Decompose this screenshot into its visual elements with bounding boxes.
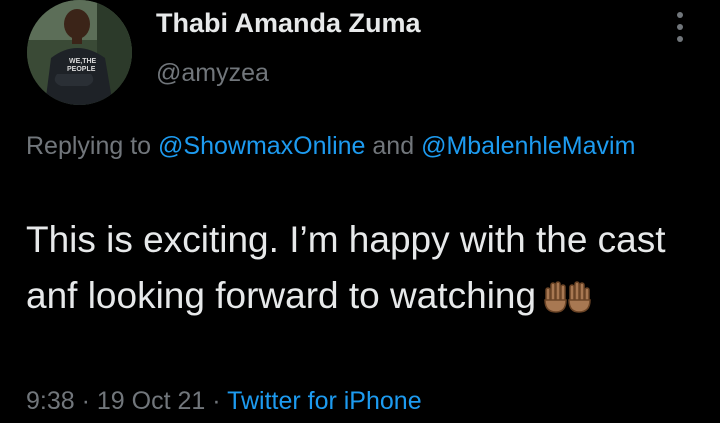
meta-separator: · [74,387,97,415]
mention-link[interactable]: @ShowmaxOnline [158,132,365,160]
more-dot [677,12,683,18]
svg-text:PEOPLE: PEOPLE [67,66,96,73]
replying-to-joiner: and [365,132,422,160]
more-dot [677,36,683,42]
more-vertical-icon[interactable] [668,10,692,44]
more-dot [677,24,683,30]
tweet-source[interactable]: Twitter for iPhone [227,387,422,415]
meta-separator: · [205,387,228,415]
svg-text:WE,THE: WE,THE [69,58,97,65]
tweet-date[interactable]: 19 Oct 21 [97,387,205,415]
raising-hands-emoji [544,274,592,330]
author-display-name[interactable]: Thabi Amanda Zuma [156,8,421,39]
tweet-meta: 9:38 · 19 Oct 21 · Twitter for iPhone [26,387,422,416]
mention-link[interactable]: @MbalenhleMavim [421,132,635,160]
replying-to-line: Replying to @ShowmaxOnline and @Mbalenhl… [26,128,686,165]
author-handle[interactable]: @amyzea [156,59,269,88]
avatar-photo: WE,THE PEOPLE [27,0,132,105]
tweet-time[interactable]: 9:38 [26,387,75,415]
replying-to-label: Replying to [26,132,159,160]
tweet-body: This is exciting. I’m happy with the cas… [26,212,706,330]
avatar[interactable]: WE,THE PEOPLE [27,0,132,105]
